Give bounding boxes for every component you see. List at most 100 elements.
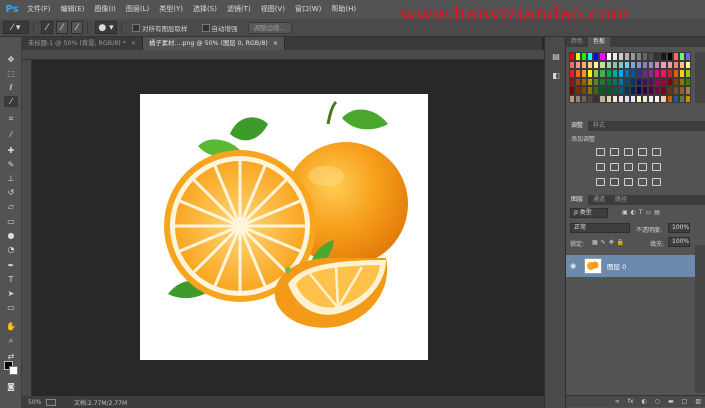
visibility-eye-icon[interactable]: ◉ <box>566 262 580 270</box>
levels-icon[interactable] <box>610 148 619 156</box>
photo-filter-icon[interactable] <box>638 163 647 171</box>
blur-icon[interactable]: ● <box>4 230 18 241</box>
marquee-icon[interactable]: ⬚ <box>4 68 18 79</box>
color-balance-icon[interactable] <box>610 163 619 171</box>
color-swatch[interactable] <box>684 86 691 95</box>
menu-select[interactable]: 选择(S) <box>188 0 222 19</box>
subtract-selection-icon[interactable]: ⁄ <box>71 21 83 34</box>
layers-scrollbar[interactable] <box>695 245 705 393</box>
pen-icon[interactable]: ✒ <box>4 260 18 271</box>
layer-kind-filter[interactable]: ρ 类型 <box>570 208 608 218</box>
new-selection-icon[interactable]: ⁄ <box>41 21 53 34</box>
brightness-icon[interactable] <box>596 148 605 156</box>
fill-input[interactable]: 100% <box>668 237 690 247</box>
healing-brush-icon[interactable]: ✚ <box>4 145 18 156</box>
add-to-selection-icon[interactable]: ⁄ <box>56 21 68 34</box>
curves-icon[interactable] <box>624 148 633 156</box>
gradient-icon[interactable]: ▭ <box>4 216 18 227</box>
black-white-icon[interactable] <box>624 163 633 171</box>
delete-layer-icon[interactable]: ▥ <box>695 398 701 405</box>
eraser-icon[interactable]: ▱ <box>4 201 18 212</box>
quick-select-icon[interactable]: ⁄ <box>4 96 18 107</box>
menu-bar: Ps 文件(F) 编辑(E) 图像(I) 图层(L) 类型(Y) 选择(S) 滤… <box>0 0 705 25</box>
menu-view[interactable]: 视图(V) <box>256 0 290 19</box>
lasso-icon[interactable]: ℓ <box>4 82 18 93</box>
color-swatch[interactable] <box>684 52 691 61</box>
tab-paths[interactable]: 路径 <box>610 195 632 205</box>
eyedropper-icon[interactable]: ⁄ <box>4 129 18 140</box>
status-info-icon[interactable] <box>46 398 56 406</box>
menu-help[interactable]: 帮助(H) <box>326 0 361 19</box>
gradient-map-icon[interactable] <box>638 178 647 186</box>
tab-untitled-1[interactable]: 未标题-1 @ 50% (背景, RGB/8) * × <box>22 37 144 50</box>
add-mask-icon[interactable]: ◐ <box>641 398 646 405</box>
tab-channels[interactable]: 通道 <box>588 195 610 205</box>
layer-style-icon[interactable]: fx <box>628 398 634 405</box>
zoom-level[interactable]: 50% <box>22 399 46 406</box>
layer-row[interactable]: ◉ 图层 0 <box>566 255 695 277</box>
hue-saturation-icon[interactable] <box>596 163 605 171</box>
tool-preset-picker[interactable]: ⁄ ▾ <box>3 21 29 34</box>
type-icon[interactable]: T <box>4 274 18 285</box>
clone-stamp-icon[interactable]: ⊥ <box>4 173 18 184</box>
tab-layers[interactable]: 图层 <box>566 195 589 205</box>
color-swatch[interactable] <box>684 77 691 86</box>
layer-filter-icons[interactable]: ▣◐T▭▤ <box>622 209 663 216</box>
new-adjustment-icon[interactable]: ○ <box>655 398 660 405</box>
posterize-icon[interactable] <box>610 178 619 186</box>
background-color-swatch[interactable] <box>9 366 18 375</box>
color-swatch[interactable] <box>684 69 691 78</box>
brush-size-picker[interactable]: ● ▾ <box>95 21 117 34</box>
document-canvas[interactable] <box>140 94 428 360</box>
history-brush-icon[interactable]: ↺ <box>4 187 18 198</box>
tab-close-icon[interactable]: × <box>273 40 278 47</box>
properties-panel-icon[interactable]: ◧ <box>550 70 562 82</box>
auto-enhance-checkbox[interactable] <box>201 23 210 32</box>
options-divider <box>87 21 88 34</box>
doc-size: 文档:2.77M/2.77M <box>74 399 128 407</box>
color-swatch[interactable] <box>684 60 691 69</box>
invert-icon[interactable] <box>596 178 605 186</box>
threshold-icon[interactable] <box>624 178 633 186</box>
dodge-icon[interactable]: ◔ <box>4 244 18 255</box>
new-group-icon[interactable]: ▬ <box>668 398 674 405</box>
color-swatch[interactable] <box>684 94 691 103</box>
menu-layer[interactable]: 图层(L) <box>121 0 154 19</box>
blend-mode-select[interactable]: 正常 <box>570 223 630 233</box>
tab-color[interactable]: 颜色 <box>566 37 588 47</box>
menu-image[interactable]: 图像(I) <box>89 0 121 19</box>
brush-icon[interactable]: ✎ <box>4 159 18 170</box>
exposure-icon[interactable] <box>638 148 647 156</box>
hand-icon[interactable]: ✋ <box>4 321 18 332</box>
canvas-area[interactable] <box>32 60 544 396</box>
new-layer-icon[interactable]: □ <box>682 398 688 405</box>
layer-name[interactable]: 图层 0 <box>607 261 626 271</box>
swatches-scrollbar[interactable] <box>695 52 705 103</box>
lock-icons[interactable]: ▦✎✥🔒 <box>592 239 627 246</box>
crop-icon[interactable]: ⌗ <box>4 113 18 124</box>
tab-orange-png[interactable]: 橘子素材....png @ 50% (图层 0, RGB/8) × <box>143 37 286 50</box>
channel-mixer-icon[interactable] <box>652 163 661 171</box>
menu-file[interactable]: 文件(F) <box>22 0 56 19</box>
menu-filter[interactable]: 滤镜(T) <box>222 0 256 19</box>
zoom-icon[interactable]: ⌕ <box>4 335 18 346</box>
opacity-input[interactable]: 100% <box>668 223 690 233</box>
shape-icon[interactable]: ▭ <box>4 302 18 313</box>
path-select-icon[interactable]: ➤ <box>4 288 18 299</box>
tab-adjustments[interactable]: 调整 <box>566 121 589 131</box>
tab-close-icon[interactable]: × <box>131 40 136 47</box>
menu-edit[interactable]: 编辑(E) <box>56 0 90 19</box>
swatches-grid[interactable] <box>569 52 691 103</box>
sample-all-layers-checkbox[interactable] <box>132 23 140 32</box>
menu-window[interactable]: 窗口(W) <box>290 0 326 19</box>
history-panel-icon[interactable]: ▤ <box>550 51 562 63</box>
tab-swatches[interactable]: 色板 <box>588 37 611 47</box>
menu-type[interactable]: 类型(Y) <box>154 0 188 19</box>
selective-color-icon[interactable] <box>652 178 661 186</box>
vibrance-icon[interactable] <box>652 148 661 156</box>
move-icon[interactable]: ✥ <box>4 54 18 65</box>
link-layers-icon[interactable]: ∞ <box>615 398 620 405</box>
refine-edge-button[interactable]: 调整边缘... <box>247 21 292 34</box>
tab-styles[interactable]: 样式 <box>588 121 610 131</box>
quick-mask-icon[interactable]: ◙ <box>4 381 18 392</box>
